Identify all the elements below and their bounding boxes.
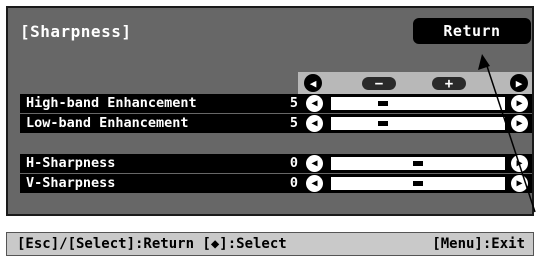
- increase-arrow-icon[interactable]: ▶: [511, 155, 528, 172]
- setting-label: High-band Enhancement: [26, 95, 197, 111]
- plus-icon: +: [432, 77, 466, 91]
- slider-thumb[interactable]: [378, 121, 388, 126]
- status-hint-right: [Menu]:Exit: [432, 236, 525, 252]
- setting-label: H-Sharpness: [26, 155, 116, 171]
- setting-label: Low-band Enhancement: [26, 115, 189, 131]
- setting-slider[interactable]: [330, 176, 506, 191]
- setting-value: 0: [289, 175, 298, 191]
- setting-label: V-Sharpness: [26, 175, 116, 191]
- increase-arrow-icon[interactable]: ▶: [511, 95, 528, 112]
- right-arrow-icon: ▶: [510, 74, 528, 92]
- slider-thumb[interactable]: [413, 181, 423, 186]
- adjust-header: ◀ − + ▶: [298, 72, 532, 94]
- setting-row-h-sharpness[interactable]: H-Sharpness 0 ◀ ▶: [20, 154, 532, 173]
- increase-arrow-icon[interactable]: ▶: [511, 115, 528, 132]
- slider-thumb[interactable]: [378, 101, 388, 106]
- increase-arrow-icon[interactable]: ▶: [511, 175, 528, 192]
- left-arrow-icon: ◀: [304, 74, 322, 92]
- decrease-arrow-icon[interactable]: ◀: [306, 155, 323, 172]
- setting-row-high-band-enhancement[interactable]: High-band Enhancement 5 ◀ ▶: [20, 94, 532, 113]
- status-bar: [Esc]/[Select]:Return [◆]:Select [Menu]:…: [6, 232, 534, 256]
- menu-title: [Sharpness]: [20, 22, 132, 41]
- decrease-arrow-icon[interactable]: ◀: [306, 115, 323, 132]
- setting-slider[interactable]: [330, 116, 506, 131]
- decrease-arrow-icon[interactable]: ◀: [306, 175, 323, 192]
- slider-thumb[interactable]: [413, 161, 423, 166]
- setting-value: 5: [289, 95, 298, 111]
- sharpness-menu-panel: [Sharpness] Return ◀ − + ▶ High-band Enh…: [6, 6, 534, 216]
- return-button[interactable]: Return: [413, 18, 531, 44]
- status-hint-left: [Esc]/[Select]:Return [◆]:Select: [17, 236, 287, 252]
- setting-slider[interactable]: [330, 156, 506, 171]
- setting-row-v-sharpness[interactable]: V-Sharpness 0 ◀ ▶: [20, 174, 532, 193]
- setting-row-low-band-enhancement[interactable]: Low-band Enhancement 5 ◀ ▶: [20, 114, 532, 133]
- decrease-arrow-icon[interactable]: ◀: [306, 95, 323, 112]
- setting-value: 5: [289, 115, 298, 131]
- setting-slider[interactable]: [330, 96, 506, 111]
- setting-value: 0: [289, 155, 298, 171]
- minus-icon: −: [362, 77, 396, 91]
